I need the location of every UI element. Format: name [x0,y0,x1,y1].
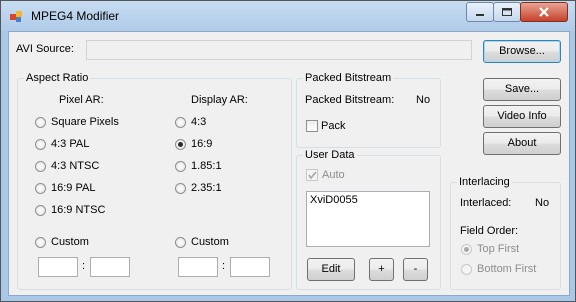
pixel-custom-width-input[interactable] [38,257,78,277]
display-custom-width-input[interactable] [178,257,218,277]
user-data-group: User Data Auto XviD0055 Edit + - [296,149,441,290]
radio-16-9-pal-label: 16:9 PAL [51,182,96,194]
pixel-custom-height-input[interactable] [90,257,130,277]
radio-4-3-ntsc[interactable] [35,161,46,172]
radio-display-2-35-label: 2.35:1 [191,182,222,194]
avi-source-field[interactable] [86,40,472,60]
radio-bottom-first[interactable] [461,264,472,275]
about-button[interactable]: About [483,132,561,155]
field-order-label: Field Order: [460,225,519,237]
pack-checkbox[interactable] [306,120,318,132]
save-button[interactable]: Save... [483,78,561,101]
radio-display-4-3-label: 4:3 [191,116,207,128]
radio-display-16-9[interactable] [175,139,186,150]
radio-bottom-first-label: Bottom First [477,263,537,275]
minimize-icon [476,14,484,16]
radio-16-9-pal[interactable] [35,183,46,194]
aspect-ratio-group: Aspect Ratio Pixel AR: Display AR: Squar… [17,72,292,290]
interlaced-value: No [535,197,550,209]
display-ar-header: Display AR: [191,94,248,106]
radio-4-3-pal[interactable] [35,139,46,150]
browse-button[interactable]: Browse... [483,40,561,63]
close-icon [539,7,549,17]
interlacing-title: Interlacing [457,176,512,188]
radio-top-first-label: Top First [477,243,520,255]
radio-display-4-3[interactable] [175,117,186,128]
radio-display-1-85[interactable] [175,161,186,172]
auto-checkbox-label: Auto [322,169,345,181]
radio-display-16-9-label: 16:9 [191,138,213,150]
radio-square-pixels[interactable] [35,117,46,128]
maximize-button[interactable] [493,2,521,22]
window-title: MPEG4 Modifier [31,9,120,23]
aspect-ratio-title: Aspect Ratio [24,72,91,84]
pixel-custom-separator: : [82,260,86,272]
close-button[interactable] [520,2,568,22]
main-window: MPEG4 Modifier AVI Source: Browse... Asp… [0,0,576,302]
radio-display-1-85-label: 1.85:1 [191,160,222,172]
checkmark-icon [308,171,317,180]
radio-4-3-pal-label: 4:3 PAL [51,138,90,150]
interlaced-label: Interlaced: [460,197,512,209]
avi-source-label: AVI Source: [16,43,74,55]
pack-checkbox-label: Pack [321,120,346,132]
radio-square-pixels-label: Square Pixels [51,116,119,128]
user-data-title: User Data [303,149,357,161]
auto-checkbox[interactable] [306,169,318,181]
video-info-button[interactable]: Video Info [483,105,561,128]
add-button[interactable]: + [369,258,394,281]
radio-16-9-ntsc-label: 16:9 NTSC [51,204,106,216]
radio-16-9-ntsc[interactable] [35,205,46,216]
user-data-text: XviD0055 [310,194,358,206]
radio-4-3-ntsc-label: 4:3 NTSC [51,160,100,172]
packed-bitstream-value: No [416,94,431,106]
interlacing-group: Interlacing Interlaced: No Field Order: … [450,176,561,290]
maximize-icon [502,8,512,16]
edit-button[interactable]: Edit [307,258,355,281]
title-bar[interactable]: MPEG4 Modifier [1,1,575,31]
radio-pixel-custom-label: Custom [51,236,89,248]
packed-bitstream-title: Packed Bitstream [303,72,394,84]
radio-display-2-35[interactable] [175,183,186,194]
pixel-ar-header: Pixel AR: [59,94,104,106]
packed-bitstream-label: Packed Bitstream: [305,94,395,106]
display-custom-height-input[interactable] [230,257,270,277]
remove-button[interactable]: - [403,258,428,281]
radio-display-custom-label: Custom [191,236,229,248]
radio-top-first[interactable] [461,244,472,255]
packed-bitstream-group: Packed Bitstream Packed Bitstream: No Pa… [296,72,441,148]
radio-display-custom[interactable] [175,237,186,248]
radio-pixel-custom[interactable] [35,237,46,248]
app-icon [10,11,22,22]
client-area: AVI Source: Browse... Aspect Ratio Pixel… [8,31,570,296]
display-custom-separator: : [222,260,226,272]
minimize-button[interactable] [466,2,494,22]
user-data-textbox[interactable]: XviD0055 [306,191,430,247]
